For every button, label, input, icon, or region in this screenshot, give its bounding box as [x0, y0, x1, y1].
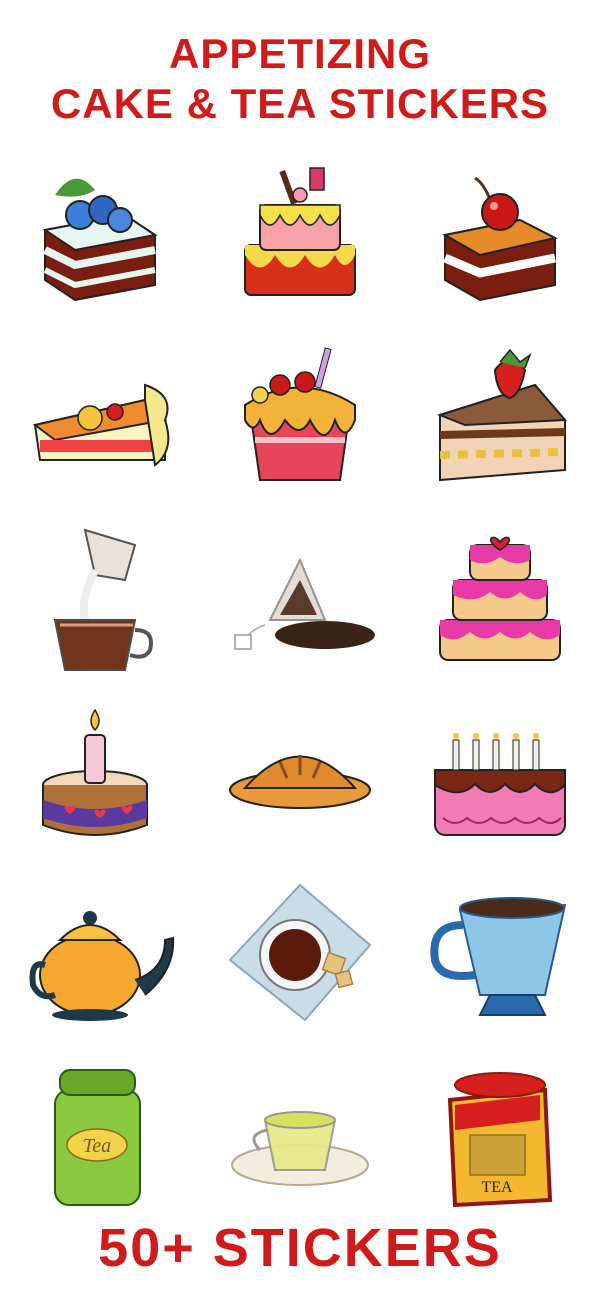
red-tea-box-icon: TEA — [447, 1072, 553, 1208]
green-tea-tin-icon: Tea — [54, 1069, 141, 1206]
blueberry-cake-slice-icon — [42, 178, 158, 302]
sticker-cell[interactable] — [400, 145, 600, 325]
tea-bag-with-leaves-icon — [234, 557, 375, 650]
sticker-cell[interactable] — [0, 145, 200, 325]
sticker-cell[interactable] — [400, 865, 600, 1045]
promo-page: APPETIZING CAKE & TEA STICKERS Tea TEA 5… — [0, 0, 600, 1300]
sticker-cell[interactable] — [200, 145, 400, 325]
sticker-cell[interactable] — [400, 685, 600, 865]
sticker-cell[interactable] — [200, 505, 400, 685]
sticker-cell[interactable] — [0, 325, 200, 505]
baked-pie-icon — [229, 755, 371, 809]
sticker-cell[interactable] — [0, 865, 200, 1045]
tin-label: Tea — [83, 1135, 111, 1157]
headline-line-1: APPETIZING — [168, 30, 432, 77]
orange-teapot-icon — [29, 911, 175, 1021]
single-candle-cake-icon — [42, 708, 148, 836]
glass-tea-cup-saucer-icon — [231, 1111, 369, 1186]
citrus-pie-slice-icon — [32, 383, 170, 467]
headline-line-2: CAKE & TEA STICKERS — [50, 80, 550, 127]
box-label: TEA — [481, 1179, 513, 1196]
sticker-grid: Tea TEA — [0, 145, 600, 1225]
sticker-cell[interactable] — [0, 505, 200, 685]
sticker-cell[interactable] — [200, 685, 400, 865]
blue-tea-mug-icon — [430, 897, 567, 1016]
pink-candle-cake-icon — [244, 167, 356, 296]
sticker-count-footer: 50+ STICKERS — [98, 1218, 502, 1278]
sticker-cell[interactable] — [400, 505, 600, 685]
pouring-tea-cup-icon — [53, 528, 153, 671]
sticker-cell[interactable] — [0, 685, 200, 865]
cherry-cake-slice-icon — [442, 176, 558, 302]
sticker-cell[interactable]: TEA — [400, 1045, 600, 1225]
sticker-cell[interactable] — [200, 865, 400, 1045]
tea-cup-on-plate-icon — [228, 883, 372, 1022]
strawberry-layer-cake-slice-icon — [437, 348, 568, 482]
birthday-cake-with-candles-icon — [434, 733, 566, 836]
sticker-cell[interactable] — [200, 1045, 400, 1225]
sticker-cell[interactable] — [400, 325, 600, 505]
cherry-cupcake-icon — [244, 347, 356, 481]
sticker-cell[interactable]: Tea — [0, 1045, 200, 1225]
sticker-cell[interactable] — [200, 325, 400, 505]
three-tier-pink-cake-icon — [439, 536, 561, 661]
